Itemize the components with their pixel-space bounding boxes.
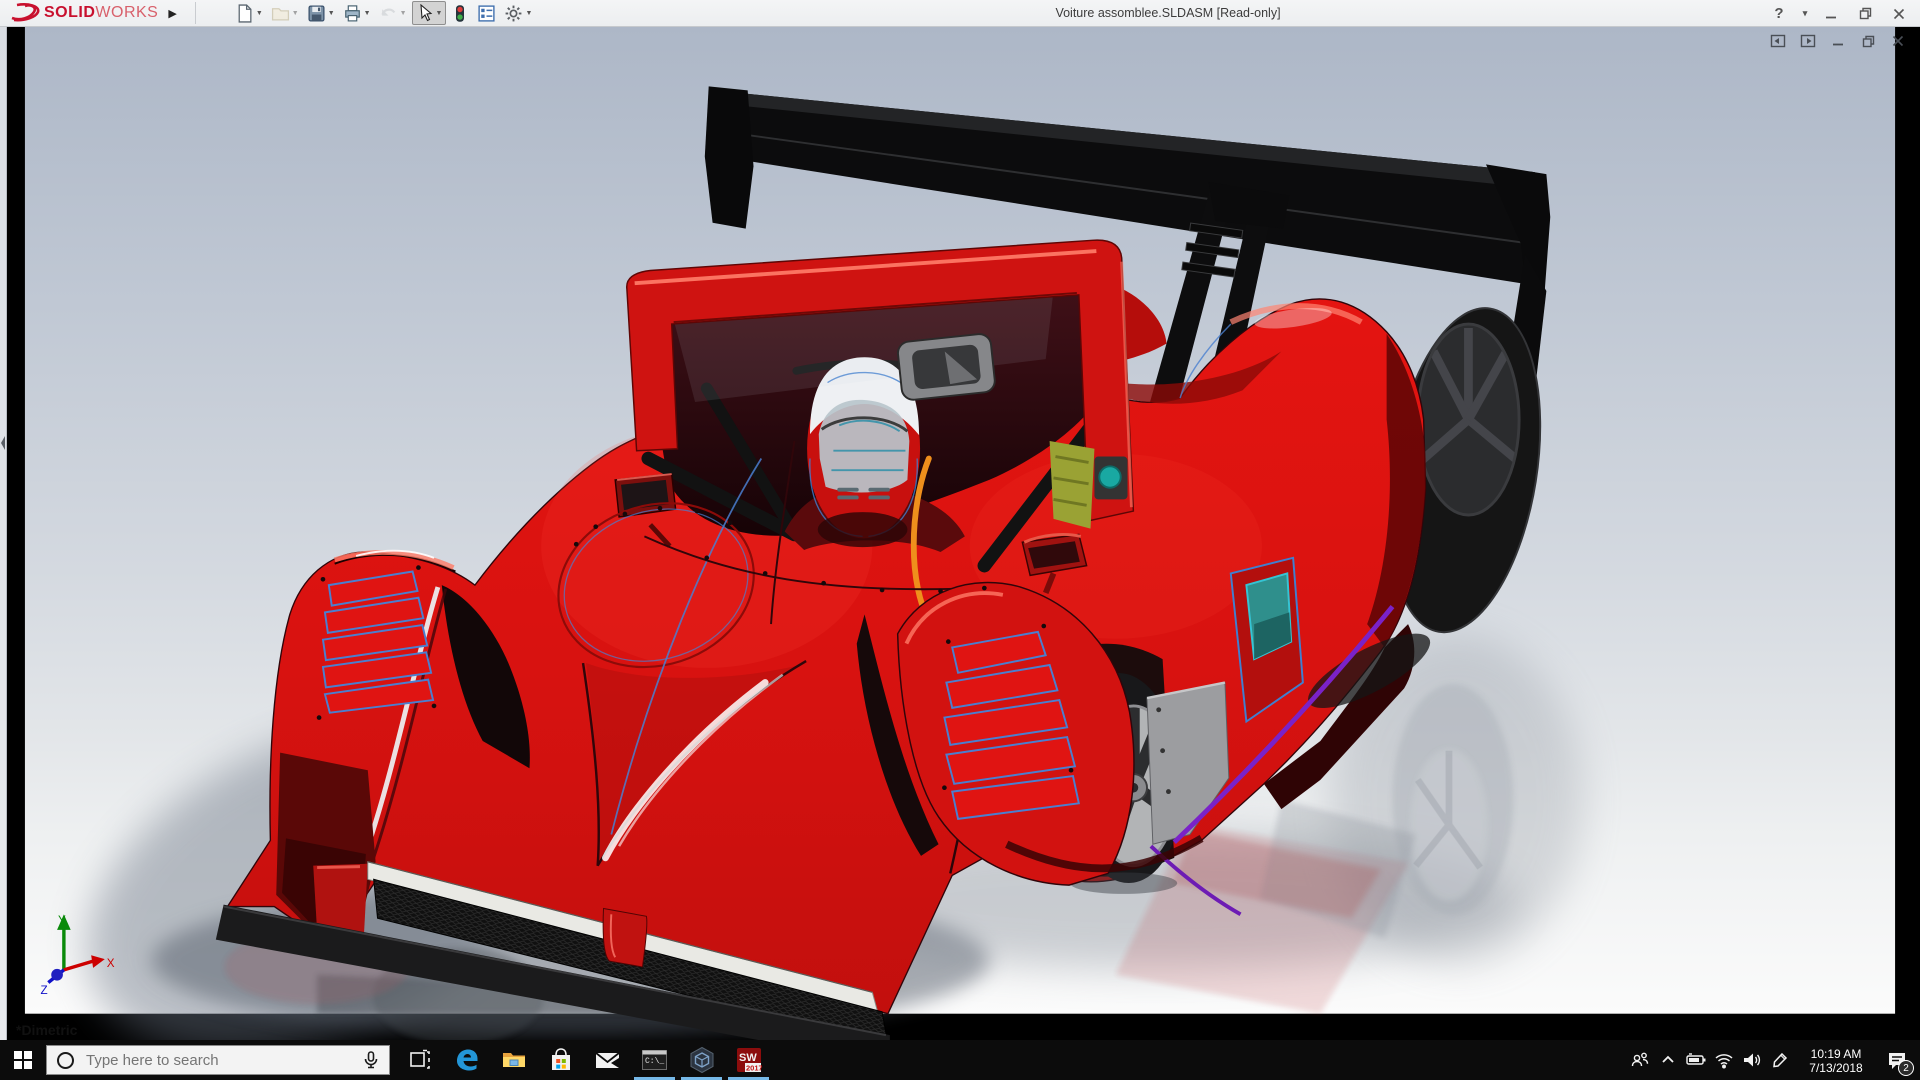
windows-taskbar: C:\_ SW2017 10:19 AM 7/13/2018 2 (0, 1040, 1920, 1080)
save-button[interactable]: ▼ (304, 1, 338, 25)
volume-icon[interactable] (1738, 1040, 1766, 1080)
minimize-button[interactable] (1816, 3, 1846, 25)
taskbar-clock[interactable]: 10:19 AM 7/13/2018 (1798, 1046, 1874, 1075)
help-dropdown-button[interactable]: ▾ (1798, 3, 1812, 25)
ds-logo-icon (8, 2, 44, 24)
document-window-controls (1768, 32, 1908, 50)
close-button[interactable] (1884, 3, 1914, 25)
edge-taskbar-button[interactable] (443, 1040, 490, 1080)
dropdown-arrow-icon[interactable]: ▼ (328, 10, 335, 17)
dropdown-arrow-icon[interactable]: ▼ (400, 10, 407, 17)
battery-icon[interactable] (1682, 1040, 1710, 1080)
system-tray: 10:19 AM 7/13/2018 2 (1626, 1040, 1920, 1080)
doc-restore-button[interactable] (1858, 32, 1878, 50)
title-bar: SOLIDWORKS ▶ ▼ ▼ ▼ ▼ ▼ ▼ ▼ Voiture assomblee.S… (0, 0, 1920, 27)
help-button[interactable]: ? (1764, 3, 1794, 25)
select-cursor-button[interactable]: ▼ (412, 1, 447, 25)
chevron-up-icon[interactable] (1654, 1040, 1682, 1080)
cortana-icon (57, 1052, 74, 1069)
tray-icons (1626, 1040, 1794, 1080)
people-icon[interactable] (1626, 1040, 1654, 1080)
solidworks-2017-taskbar-button[interactable]: SW2017 (725, 1040, 772, 1080)
mail-taskbar-button[interactable] (584, 1040, 631, 1080)
feature-panel-collapsed-strip[interactable] (0, 27, 7, 1040)
solidworks-logo: SOLIDWORKS ▶ (0, 0, 183, 27)
dropdown-arrow-icon[interactable]: ▼ (256, 10, 263, 17)
store-taskbar-button[interactable] (537, 1040, 584, 1080)
model-viewport-canvas[interactable]: Y X Z (0, 27, 1920, 1040)
selection-filter-traffic-light-button[interactable] (448, 1, 472, 25)
doc-close-button[interactable] (1888, 32, 1908, 50)
restore-button[interactable] (1850, 3, 1880, 25)
action-center-button[interactable]: 2 (1878, 1040, 1916, 1080)
svg-text:2017: 2017 (746, 1064, 762, 1073)
menu-expand-arrow-icon[interactable]: ▶ (168, 7, 176, 20)
quick-toolbar: ▼ ▼ ▼ ▼ ▼ ▼ ▼ (232, 1, 536, 25)
svg-text:Z: Z (41, 984, 48, 997)
taskbar-search[interactable] (46, 1045, 390, 1075)
options-gear-button[interactable]: ▼ (501, 1, 535, 25)
file-explorer-taskbar-button[interactable] (490, 1040, 537, 1080)
doc-minimize-button[interactable] (1828, 32, 1848, 50)
panel-expand-handle-icon[interactable] (0, 430, 7, 456)
command-prompt-taskbar-button[interactable]: C:\_ (631, 1040, 678, 1080)
dropdown-arrow-icon[interactable]: ▼ (292, 10, 299, 17)
notification-badge: 2 (1898, 1060, 1914, 1076)
dropdown-arrow-icon[interactable]: ▼ (364, 10, 371, 17)
solidworks-wordmark: SOLIDWORKS (44, 4, 158, 22)
solidworks-window: SOLIDWORKS ▶ ▼ ▼ ▼ ▼ ▼ ▼ ▼ Voiture assomblee.S… (0, 0, 1920, 1080)
wifi-icon[interactable] (1710, 1040, 1738, 1080)
pane-arrow-left-button[interactable] (1768, 32, 1788, 50)
svg-text:C:\_: C:\_ (645, 1057, 664, 1066)
svg-text:SW: SW (739, 1052, 757, 1064)
print-button[interactable]: ▼ (340, 1, 374, 25)
window-controls: ?▾ (1764, 0, 1914, 27)
view-orientation-label: *Dimetric (16, 1022, 77, 1038)
dropdown-arrow-icon[interactable]: ▼ (525, 10, 532, 17)
new-document-button[interactable]: ▼ (232, 1, 266, 25)
task-pane-list-button[interactable] (474, 1, 499, 25)
composer-hexagon-taskbar-button[interactable] (678, 1040, 725, 1080)
svg-text:X: X (107, 957, 115, 970)
dropdown-arrow-icon[interactable]: ▼ (436, 10, 443, 17)
toolbar-separator (195, 2, 196, 24)
window-title: Voiture assomblee.SLDASM [Read-only] (1055, 0, 1280, 27)
windows-logo-icon (14, 1051, 32, 1069)
open-document-button[interactable]: ▼ (268, 1, 302, 25)
pen-icon[interactable] (1766, 1040, 1794, 1080)
microphone-icon[interactable] (363, 1051, 379, 1069)
pane-arrow-right-button[interactable] (1798, 32, 1818, 50)
undo-button[interactable]: ▼ (376, 1, 410, 25)
svg-text:Y: Y (58, 914, 66, 927)
taskbar-apps: C:\_ SW2017 (396, 1040, 772, 1080)
clock-time: 10:19 AM (1798, 1047, 1874, 1061)
clock-date: 7/13/2018 (1798, 1061, 1874, 1075)
search-input[interactable] (84, 1051, 353, 1070)
graphics-viewport[interactable]: Y X Z *Dimetric (0, 27, 1920, 1040)
start-button[interactable] (0, 1040, 46, 1080)
task-view-taskbar-button[interactable] (396, 1040, 443, 1080)
